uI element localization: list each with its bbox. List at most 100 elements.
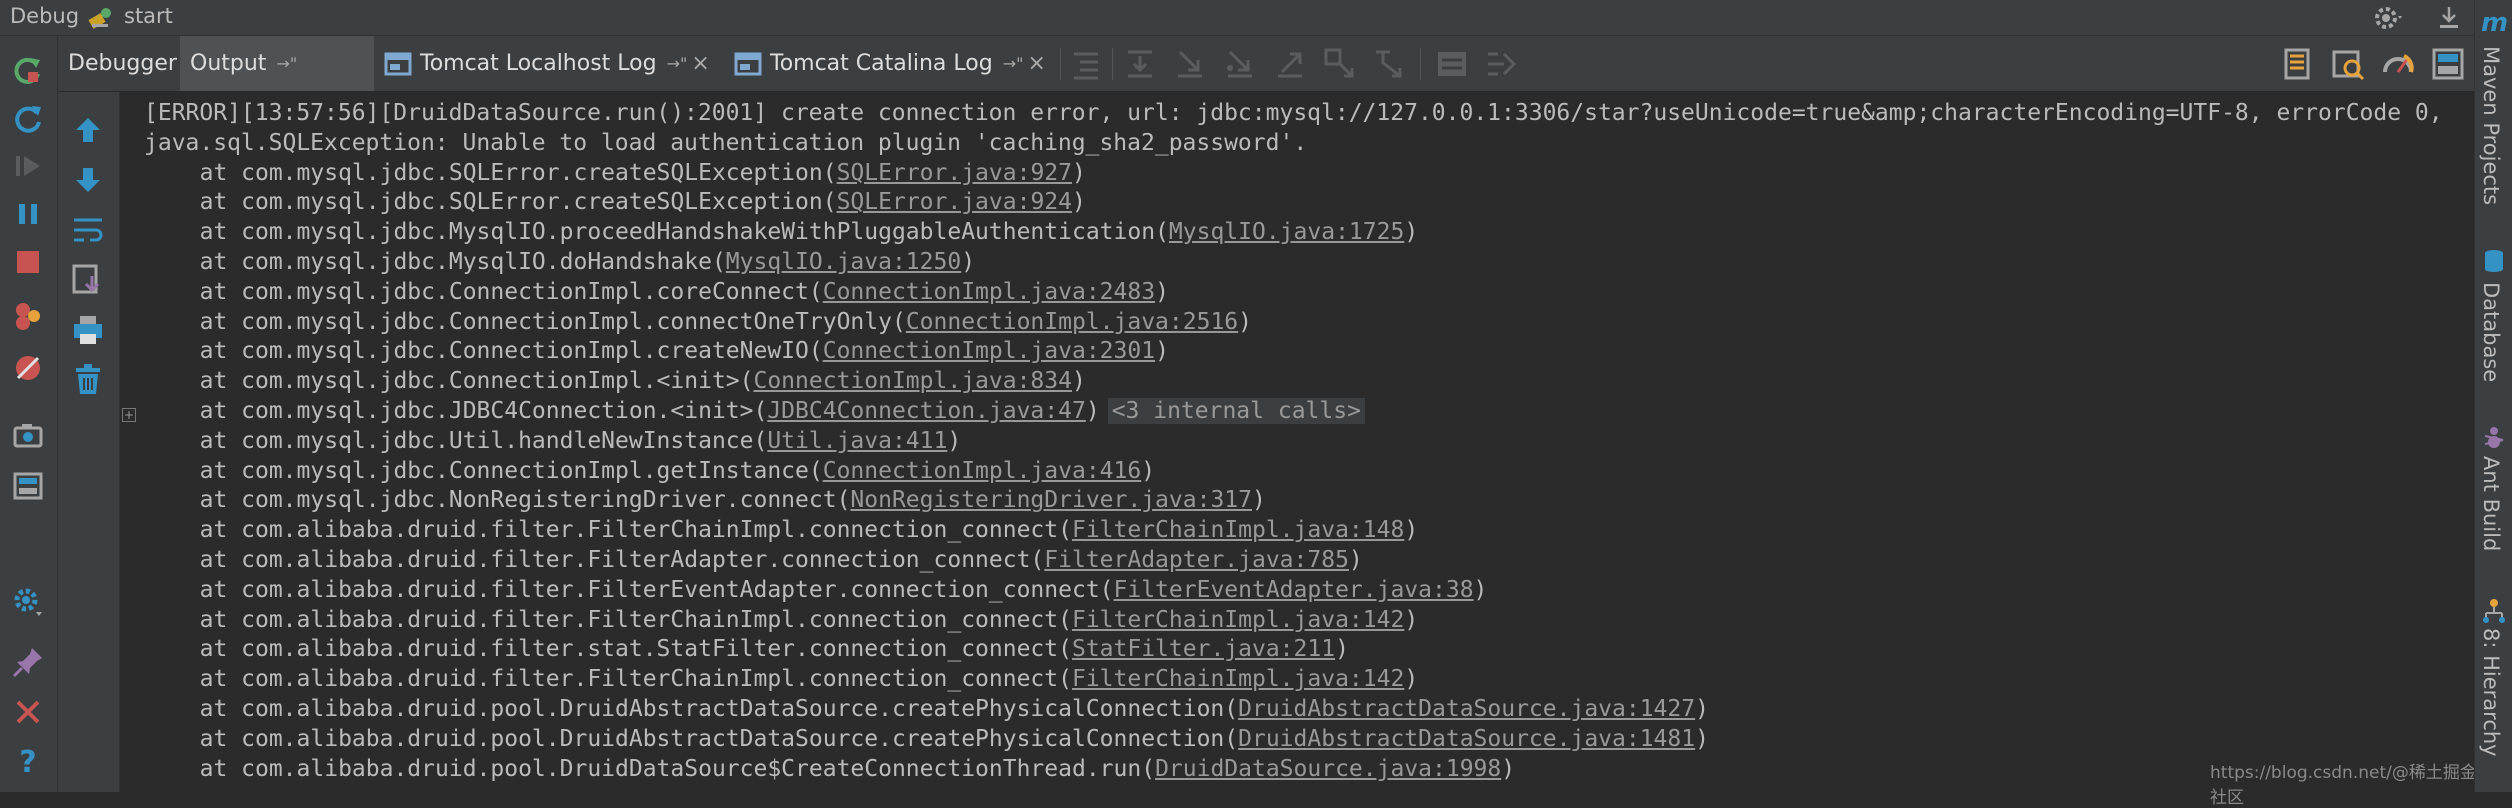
line-text: at com.alibaba.druid.filter.stat.StatFil… xyxy=(199,636,1072,663)
line-suffix: ) xyxy=(1404,666,1419,693)
panel-hierarchy[interactable]: 8: Hierarchy xyxy=(2479,628,2503,757)
source-link[interactable]: DruidAbstractDataSource.java:1481 xyxy=(1238,726,1695,752)
line-suffix: ) xyxy=(1141,457,1156,484)
trace-current-stream-icon[interactable] xyxy=(1484,46,1520,82)
source-link[interactable]: SQLError.java:927 xyxy=(837,160,1072,186)
pin-icon[interactable]: →" xyxy=(276,54,297,73)
help-icon[interactable]: ? xyxy=(10,742,46,778)
tab-label: Output xyxy=(190,51,267,76)
view-breakpoints-icon[interactable] xyxy=(10,298,46,334)
source-link[interactable]: FilterEventAdapter.java:38 xyxy=(1114,577,1474,603)
source-link[interactable]: FilterChainImpl.java:142 xyxy=(1072,607,1404,633)
run-config-name: start xyxy=(124,4,173,28)
source-link[interactable]: NonRegisteringDriver.java:317 xyxy=(850,487,1252,513)
get-thread-dump-icon[interactable] xyxy=(10,418,46,454)
debug-title-bar: Debug start xyxy=(0,0,2512,36)
source-link[interactable]: Util.java:411 xyxy=(767,428,947,454)
settings-icon[interactable] xyxy=(10,584,46,620)
svg-text:?: ? xyxy=(19,745,36,778)
step-over-icon[interactable] xyxy=(1122,46,1158,82)
tab-tomcat-catalina-log[interactable]: Tomcat Catalina Log →" × xyxy=(724,36,1054,91)
pin-tab-icon[interactable] xyxy=(10,644,46,680)
tab-label: Tomcat Localhost Log xyxy=(420,51,657,76)
source-link[interactable]: MysqlIO.java:1250 xyxy=(726,249,961,275)
source-link[interactable]: SQLError.java:924 xyxy=(837,189,1072,215)
source-link[interactable]: StatFilter.java:211 xyxy=(1072,636,1335,662)
scroll-to-end-icon[interactable] xyxy=(70,262,106,298)
restore-layout-icon[interactable] xyxy=(10,468,46,504)
pin-icon[interactable]: →" xyxy=(1003,54,1024,73)
source-link[interactable]: JDBC4Connection.java:47 xyxy=(767,398,1086,424)
source-link[interactable]: ConnectionImpl.java:2516 xyxy=(906,309,1238,335)
source-link[interactable]: FilterChainImpl.java:148 xyxy=(1072,517,1404,543)
refresh-icon[interactable] xyxy=(10,100,46,136)
settings-gear-icon[interactable] xyxy=(2372,3,2406,33)
rerun-icon[interactable] xyxy=(10,52,46,88)
database-icon xyxy=(2485,250,2503,272)
line-text: at com.mysql.jdbc.ConnectionImpl.<init>( xyxy=(199,368,754,395)
force-step-into-icon[interactable] xyxy=(1222,46,1258,82)
close-icon[interactable] xyxy=(10,694,46,730)
layout-settings-icon[interactable] xyxy=(2430,46,2466,82)
hide-panel-icon[interactable] xyxy=(2432,3,2466,33)
stack-trace-line: at com.mysql.jdbc.NonRegisteringDriver.c… xyxy=(144,485,1266,515)
maven-logo-icon: m xyxy=(2481,8,2509,38)
source-link[interactable]: ConnectionImpl.java:2301 xyxy=(823,338,1155,364)
step-out-icon[interactable] xyxy=(1272,46,1308,82)
run-to-cursor-icon[interactable] xyxy=(1372,46,1408,82)
source-link[interactable]: DruidAbstractDataSource.java:1427 xyxy=(1238,696,1695,722)
source-link[interactable]: ConnectionImpl.java:834 xyxy=(753,368,1072,394)
show-execution-point-icon[interactable] xyxy=(1068,46,1104,82)
step-into-icon[interactable] xyxy=(1172,46,1208,82)
line-text: at com.alibaba.druid.pool.DruidAbstractD… xyxy=(199,696,1239,722)
threads-view-icon[interactable] xyxy=(2330,46,2366,82)
pause-icon[interactable] xyxy=(10,196,46,232)
line-suffix: ) xyxy=(1348,547,1363,573)
soft-wrap-icon[interactable] xyxy=(70,212,106,248)
tab-tomcat-localhost-log[interactable]: Tomcat Localhost Log →" × xyxy=(374,36,724,91)
arrow-down-icon[interactable] xyxy=(70,162,106,198)
memory-view-icon[interactable] xyxy=(2280,46,2316,82)
source-link[interactable]: ConnectionImpl.java:416 xyxy=(823,458,1142,484)
evaluate-expression-icon[interactable] xyxy=(1434,46,1470,82)
internal-calls-badge[interactable]: <3 internal calls> xyxy=(1107,398,1365,424)
console-output[interactable]: [ERROR][13:57:56][DruidDataSource.run():… xyxy=(120,92,2474,792)
run-config-icon xyxy=(88,8,111,29)
panel-database[interactable]: Database xyxy=(2479,282,2503,382)
right-tool-strip: m Maven Projects Database Ant Build 8: H… xyxy=(2474,0,2512,792)
resume-icon[interactable] xyxy=(10,148,46,184)
arrow-up-icon[interactable] xyxy=(70,112,106,148)
clear-all-trash-icon[interactable] xyxy=(70,362,106,398)
drop-frame-icon[interactable] xyxy=(1322,46,1358,82)
source-link[interactable]: DruidDataSource.java:1998 xyxy=(1155,756,1501,782)
panel-ant-build[interactable]: Ant Build xyxy=(2479,456,2503,551)
mute-breakpoints-icon[interactable] xyxy=(10,350,46,386)
source-link[interactable]: ConnectionImpl.java:2483 xyxy=(823,279,1155,305)
source-link[interactable]: FilterAdapter.java:785 xyxy=(1044,547,1349,573)
line-suffix: ) xyxy=(1252,487,1266,514)
print-icon[interactable] xyxy=(70,312,106,348)
line-suffix: ) xyxy=(1404,606,1419,633)
stack-trace-line: at com.mysql.jdbc.ConnectionImpl.connect… xyxy=(144,307,1252,337)
tab-label: Tomcat Catalina Log xyxy=(770,51,993,76)
close-tab-icon[interactable]: × xyxy=(691,51,709,76)
stack-trace-line: at com.mysql.jdbc.ConnectionImpl.getInst… xyxy=(144,456,1155,486)
watermark: https://blog.csdn.net/@稀土掘金技术社区 xyxy=(2210,763,2511,808)
stop-icon[interactable] xyxy=(10,244,46,280)
tab-output[interactable]: Output →" xyxy=(180,36,374,91)
console-actions-strip xyxy=(58,92,120,792)
tab-debugger[interactable]: Debugger xyxy=(58,36,180,91)
source-link[interactable]: FilterChainImpl.java:142 xyxy=(1072,666,1404,692)
close-tab-icon[interactable]: × xyxy=(1027,51,1045,76)
line-text: at com.mysql.jdbc.ConnectionImpl.createN… xyxy=(199,338,823,365)
debug-window-title: Debug xyxy=(10,4,80,28)
line-text: [ERROR][13:57:56][DruidDataSource.run():… xyxy=(144,100,2443,126)
pin-icon[interactable]: →" xyxy=(667,54,688,73)
source-link[interactable]: MysqlIO.java:1725 xyxy=(1169,219,1404,245)
line-text: at com.mysql.jdbc.ConnectionImpl.coreCon… xyxy=(199,278,823,305)
stack-trace-line: at com.alibaba.druid.filter.stat.StatFil… xyxy=(144,634,1349,664)
fold-expand-icon[interactable]: + xyxy=(122,408,136,422)
line-text: at com.mysql.jdbc.SQLError.createSQLExce… xyxy=(199,159,837,186)
panel-maven-projects[interactable]: Maven Projects xyxy=(2479,46,2503,205)
overhead-gauge-icon[interactable] xyxy=(2380,46,2416,82)
